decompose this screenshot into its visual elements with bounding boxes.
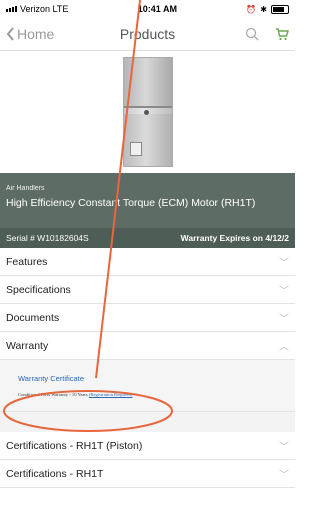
serial-number: Serial # W10182604S: [6, 233, 89, 243]
section-label: Certifications - RH1T (Piston): [6, 439, 143, 452]
section-certifications[interactable]: Certifications - RH1T ﹀: [0, 460, 295, 488]
section-specifications[interactable]: Specifications ﹀: [0, 276, 295, 304]
status-bar: Verizon LTE 10:41 AM ⏰ ✱: [0, 0, 295, 18]
section-label: Specifications: [6, 283, 71, 296]
alarm-icon: ⏰: [246, 4, 257, 14]
signal-icon: [6, 6, 17, 12]
serial-bar: Serial # W10182604S Warranty Expires on …: [0, 228, 295, 248]
back-label: Home: [17, 26, 55, 42]
battery-icon: [271, 4, 289, 14]
bluetooth-icon: ✱: [260, 4, 267, 14]
chevron-up-icon: ︿: [279, 342, 289, 353]
chevron-down-icon: ﹀: [279, 470, 289, 481]
product-image: [122, 57, 173, 167]
warranty-expiry: Warranty Expires on 4/12/2: [180, 233, 289, 243]
section-label: Documents: [6, 311, 60, 324]
spacer: [0, 412, 295, 432]
section-label: Features: [6, 255, 48, 268]
product-image-area: [0, 51, 295, 173]
chevron-down-icon: ﹀: [279, 442, 289, 453]
section-features[interactable]: Features ﹀: [0, 248, 295, 276]
clock: 10:41 AM: [137, 4, 177, 14]
back-button[interactable]: Home: [6, 26, 54, 42]
warranty-terms-text: Conditional Parts Warranty - 10 Years: [18, 392, 88, 397]
chevron-down-icon: ﹀: [279, 258, 289, 269]
nav-bar: Home Products: [0, 18, 295, 51]
carrier-label: Verizon: [20, 4, 51, 14]
warranty-terms: Conditional Parts Warranty - 10 Years (R…: [18, 392, 277, 397]
network-label: LTE: [52, 4, 69, 14]
cart-icon[interactable]: [275, 27, 289, 41]
section-warranty[interactable]: Warranty ︿: [0, 332, 295, 360]
search-icon[interactable]: [245, 27, 259, 41]
section-certifications-piston[interactable]: Certifications - RH1T (Piston) ﹀: [0, 432, 295, 460]
section-label: Warranty: [6, 339, 49, 352]
product-name: High Efficiency Constant Torque (ECM) Mo…: [6, 197, 256, 209]
warranty-panel: Warranty Certificate Conditional Parts W…: [0, 360, 295, 412]
product-category: Air Handlers: [6, 185, 45, 192]
section-label: Certifications - RH1T: [6, 467, 104, 480]
warranty-certificate-link[interactable]: Warranty Certificate: [18, 374, 277, 383]
chevron-down-icon: ﹀: [279, 314, 289, 325]
product-banner: Air Handlers High Efficiency Constant To…: [0, 173, 295, 228]
chevron-down-icon: ﹀: [279, 286, 289, 297]
back-chevron-icon: [6, 27, 14, 41]
registration-link[interactable]: (Registration Required): [89, 392, 133, 397]
section-documents[interactable]: Documents ﹀: [0, 304, 295, 332]
